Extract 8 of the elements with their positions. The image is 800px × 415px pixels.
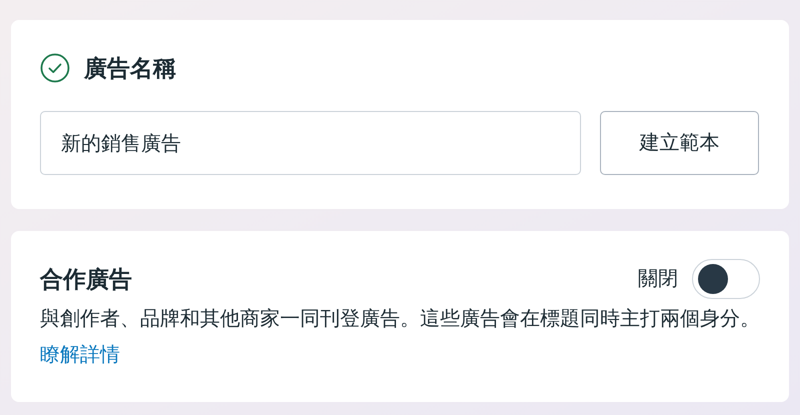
toggle-label: 關閉 [638,267,678,292]
ad-name-field[interactable]: 新的銷售廣告 [40,111,581,175]
section-title: 合作廣告 [40,264,132,294]
section-title: 廣告名稱 [84,54,176,83]
description-text: 與創作者、品牌和其他商家一同刊登廣告。這些廣告會在標題同時主打兩個身分。 瞭解詳情 [40,307,761,368]
toggle-switch[interactable] [692,259,760,299]
learn-more-link[interactable]: 瞭解詳情 [40,344,120,366]
create-template-button[interactable]: 建立範本 [600,111,759,175]
